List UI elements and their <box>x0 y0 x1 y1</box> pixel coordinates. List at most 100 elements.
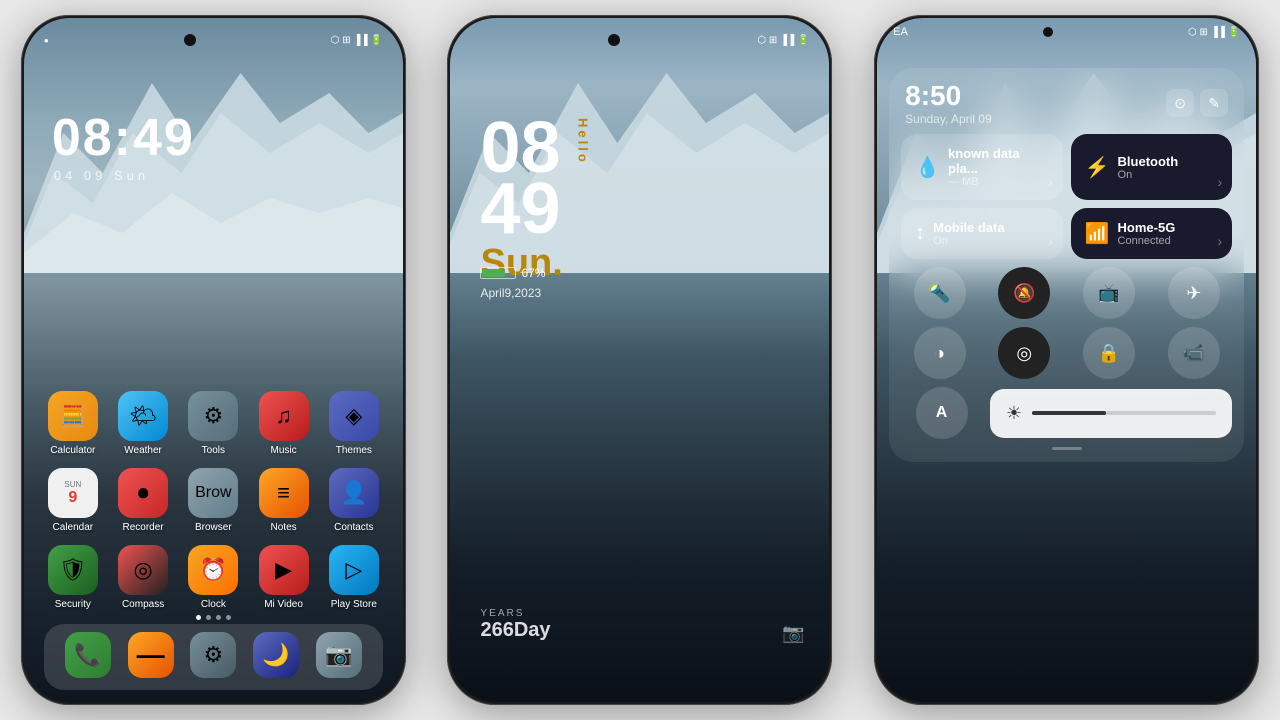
recorder-label: Recorder <box>123 522 164 533</box>
cp-tile-bluetooth[interactable]: ⚡ Bluetooth On › <box>1071 134 1233 200</box>
security-label: Security <box>55 599 91 610</box>
bluetooth-title: Bluetooth <box>1118 154 1179 169</box>
phone3-notch <box>1043 27 1053 37</box>
compass-icon: ◎ <box>118 545 168 595</box>
lock-rotate-button[interactable]: 🔒 <box>1083 327 1135 379</box>
bluetooth-icon: ⚡ <box>1085 155 1110 180</box>
app-tools[interactable]: ⚙ Tools <box>184 391 242 456</box>
browser-icon: Brow <box>188 468 238 518</box>
dock-dark[interactable]: 🌙 <box>247 632 305 682</box>
weather-label: Weather <box>124 445 162 456</box>
cp-tile-data-plan[interactable]: 💧 known data pla... — MB › <box>901 134 1063 200</box>
app-grid: 🧮 Calculator 🌤 Weather ⚙ Tools ♫ Music ◈ <box>24 391 403 622</box>
app-mivideo[interactable]: ▶ Mi Video <box>255 545 313 610</box>
mobile-data-title: Mobile data <box>933 220 1005 235</box>
airplane-icon: ✈ <box>1186 283 1201 304</box>
dot-3 <box>216 615 221 620</box>
app-recorder[interactable]: ⏺ Recorder <box>114 468 172 533</box>
app-weather[interactable]: 🌤 Weather <box>114 391 172 456</box>
font-size-button[interactable]: A <box>916 387 968 439</box>
user-initials: EA <box>893 26 908 38</box>
cast-icon: 📺 <box>1098 283 1120 304</box>
calendar-label: Calendar <box>53 522 94 533</box>
battery-fill <box>482 269 504 277</box>
home-date: 04 09 Sun <box>54 168 149 183</box>
tools-icon: ⚙ <box>188 391 238 441</box>
dock-minus[interactable]: — <box>122 632 180 682</box>
dock-phone[interactable]: 📞 <box>59 632 117 682</box>
dot-2 <box>206 615 211 620</box>
app-security[interactable]: 🛡 Security <box>44 545 102 610</box>
phone2-years-widget: YEARS 266Day <box>480 608 550 642</box>
app-browser[interactable]: Brow Browser <box>184 468 242 533</box>
flashlight-button[interactable]: 🔦 <box>914 267 966 319</box>
wifi-sub: Connected <box>1118 235 1176 247</box>
app-themes[interactable]: ◈ Themes <box>325 391 383 456</box>
page-indicators <box>24 615 403 620</box>
app-playstore[interactable]: ▷ Play Store <box>325 545 383 610</box>
mobile-data-icon: ↕ <box>915 222 925 245</box>
app-row-3: 🛡 Security ◎ Compass ⏰ Clock ▶ Mi Video … <box>44 545 383 610</box>
dock-settings-icon: ⚙ <box>190 632 236 678</box>
phone1-status-bar: ● ⬡ ⊞ ▐▐ 🔋 <box>24 18 403 54</box>
phone2-camera-icon[interactable]: 📷 <box>782 623 804 644</box>
music-label: Music <box>271 445 297 456</box>
brightness-control[interactable]: ☀ <box>990 389 1232 438</box>
cp-edit-icon[interactable]: ✎ <box>1200 89 1228 117</box>
wifi-title: Home-5G <box>1118 220 1176 235</box>
browser-label: Browser <box>195 522 232 533</box>
bluetooth-sub: On <box>1118 169 1179 181</box>
camera-notch <box>184 34 196 46</box>
dock-camera-icon: 📷 <box>316 632 362 678</box>
app-notes[interactable]: ≡ Notes <box>255 468 313 533</box>
cp-quick-row-2: ◑ ◎ 🔒 📹 <box>901 327 1232 379</box>
contrast-button[interactable]: ◑ <box>914 327 966 379</box>
cp-tile-mobile-data[interactable]: ↕ Mobile data On › <box>901 208 1063 259</box>
notes-icon: ≡ <box>259 468 309 518</box>
music-icon: ♫ <box>259 391 309 441</box>
location-icon: ◎ <box>1016 343 1032 364</box>
cp-header: 8:50 Sunday, April 09 ⊙ ✎ <box>901 80 1232 126</box>
dock-dark-icon: 🌙 <box>253 632 299 678</box>
dock-settings[interactable]: ⚙ <box>184 632 242 682</box>
app-clock[interactable]: ⏰ Clock <box>184 545 242 610</box>
dot-4 <box>226 615 231 620</box>
cp-time: 8:50 <box>905 80 992 112</box>
mute-icon: 🔕 <box>1013 283 1035 304</box>
app-row-1: 🧮 Calculator 🌤 Weather ⚙ Tools ♫ Music ◈ <box>44 391 383 456</box>
bluetooth-arrow: › <box>1217 174 1222 190</box>
phone2-camera-notch <box>608 34 620 46</box>
dock-camera[interactable]: 📷 <box>310 632 368 682</box>
calculator-icon: 🧮 <box>48 391 98 441</box>
cp-tiles: 💧 known data pla... — MB › ⚡ Bluetooth <box>901 134 1232 259</box>
app-contacts[interactable]: 👤 Contacts <box>325 468 383 533</box>
mute-button[interactable]: 🔕 <box>998 267 1050 319</box>
data-plan-sub: — MB <box>948 176 1049 188</box>
cp-tile-wifi[interactable]: 📶 Home-5G Connected › <box>1071 208 1233 259</box>
dock: 📞 — ⚙ 🌙 📷 <box>44 624 383 690</box>
app-music[interactable]: ♫ Music <box>255 391 313 456</box>
dock-minus-icon: — <box>128 632 174 678</box>
app-compass[interactable]: ◎ Compass <box>114 545 172 610</box>
airplane-button[interactable]: ✈ <box>1168 267 1220 319</box>
lock-rotate-icon: 🔒 <box>1098 343 1120 364</box>
weather-icon: 🌤 <box>118 391 168 441</box>
contacts-icon: 👤 <box>329 468 379 518</box>
wifi-icon: 📶 <box>1085 221 1110 246</box>
cast-button[interactable]: 📺 <box>1083 267 1135 319</box>
playstore-label: Play Store <box>331 599 377 610</box>
app-calendar[interactable]: SUN9 Calendar <box>44 468 102 533</box>
app-calculator[interactable]: 🧮 Calculator <box>44 391 102 456</box>
data-plan-icon: 💧 <box>915 155 940 180</box>
mobile-data-sub: On <box>933 235 1005 247</box>
phone-2: ⬡ ⊞ ▐▐ 🔋 08 49 Hello Sun. 67% April9,202… <box>447 15 832 705</box>
video-button[interactable]: 📹 <box>1168 327 1220 379</box>
brightness-bar <box>1032 411 1216 415</box>
cp-screenshot-icon[interactable]: ⊙ <box>1166 89 1194 117</box>
playstore-icon: ▷ <box>329 545 379 595</box>
data-plan-arrow: › <box>1048 174 1053 190</box>
mobile-data-arrow: › <box>1048 233 1053 249</box>
location-button[interactable]: ◎ <box>998 327 1050 379</box>
cp-quick-row-1: 🔦 🔕 📺 ✈ <box>901 267 1232 319</box>
themes-icon: ◈ <box>329 391 379 441</box>
